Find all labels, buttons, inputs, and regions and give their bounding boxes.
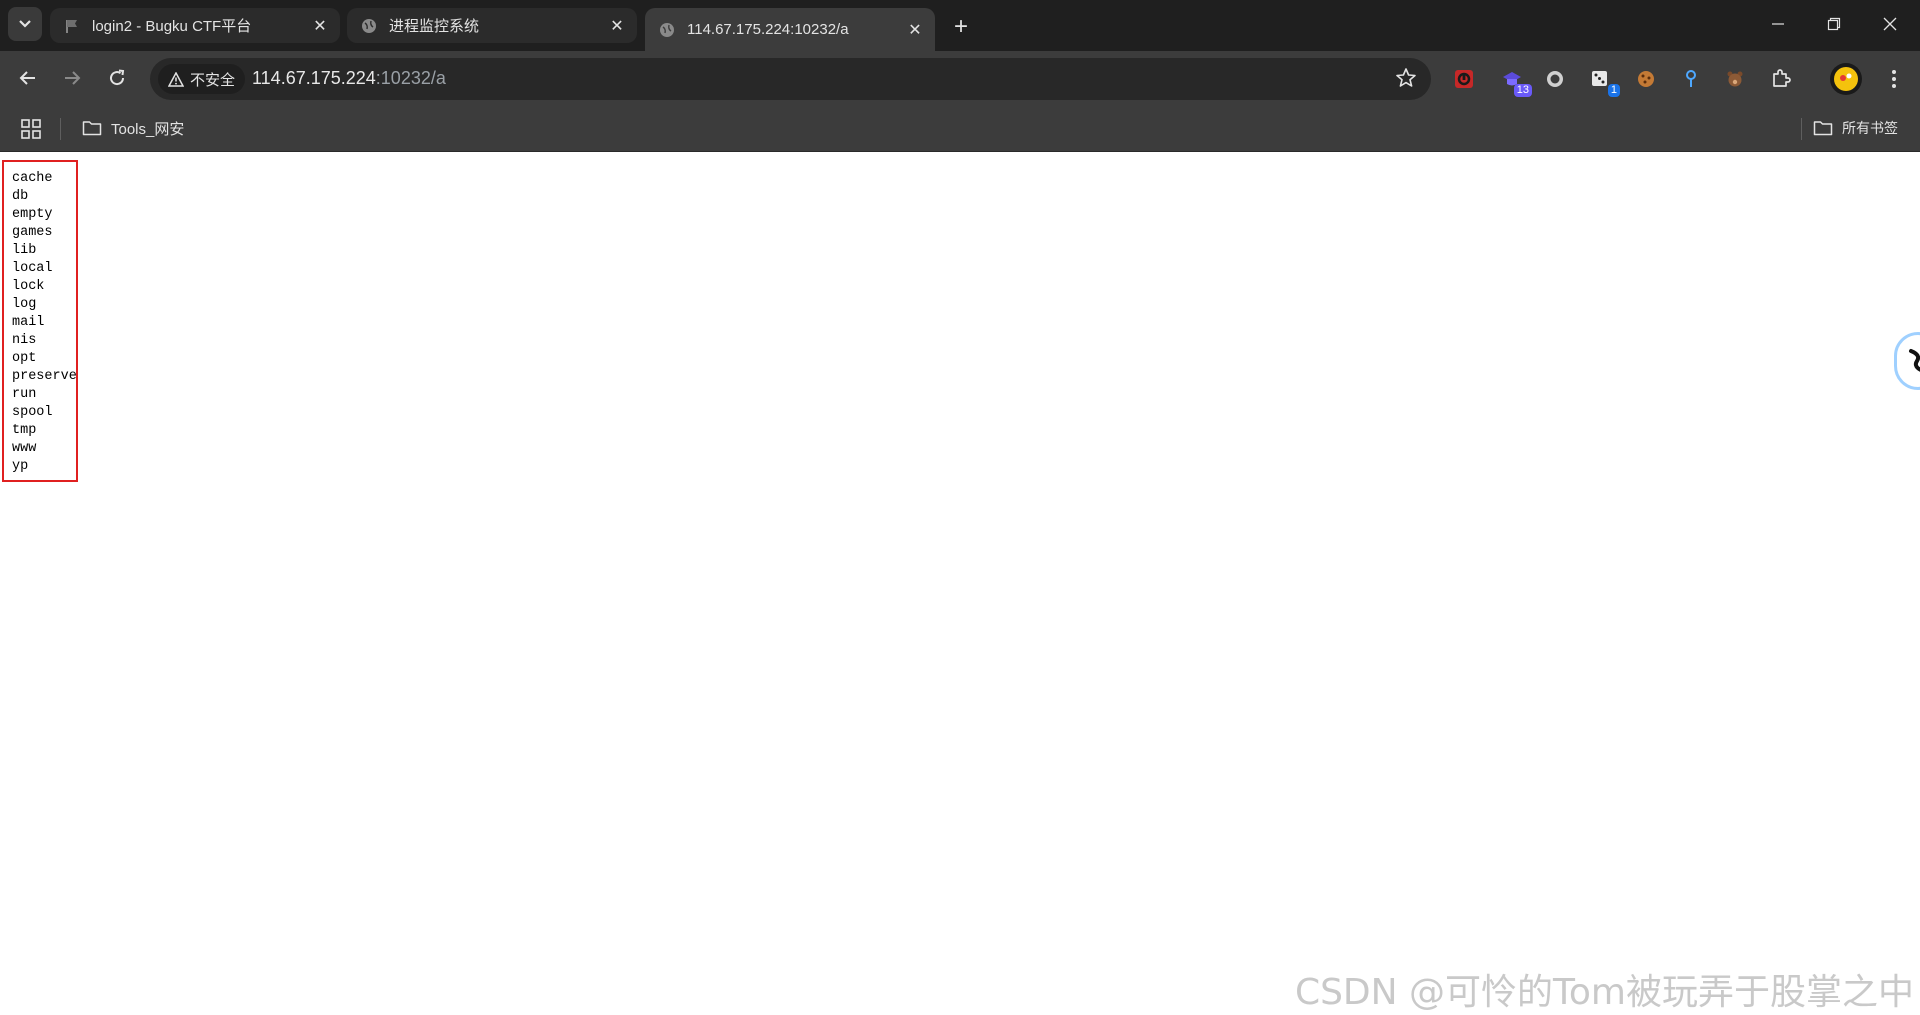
list-item: mail xyxy=(12,315,45,330)
url-text[interactable]: 114.67.175.224:10232/a xyxy=(252,68,446,89)
minimize-button[interactable] xyxy=(1750,0,1806,48)
tab-title: 114.67.175.224:10232/a xyxy=(687,21,849,38)
apps-grid-icon[interactable] xyxy=(20,118,42,140)
cookie-extension-icon[interactable] xyxy=(1632,65,1660,93)
url-host: 114.67.175.224 xyxy=(252,68,376,88)
reload-button[interactable] xyxy=(99,60,135,96)
browser-menu-button[interactable] xyxy=(1880,65,1908,93)
url-path: :10232/a xyxy=(375,68,446,88)
folder-icon xyxy=(82,120,102,136)
list-item: empty xyxy=(12,207,53,222)
bear-extension-icon[interactable] xyxy=(1721,65,1749,93)
bookmarks-bar: Tools_网安 所有书签 xyxy=(0,106,1920,152)
warning-icon xyxy=(168,71,184,87)
close-icon xyxy=(1883,17,1897,31)
bookmark-folder-tools[interactable]: Tools_网安 xyxy=(74,114,192,142)
profile-avatar[interactable] xyxy=(1830,63,1862,95)
extension-badge: 1 xyxy=(1607,84,1620,97)
all-bookmarks-button[interactable]: 所有书签 xyxy=(1805,114,1906,142)
close-window-button[interactable] xyxy=(1862,0,1918,48)
list-item: nis xyxy=(12,333,37,348)
close-tab-icon[interactable]: ✕ xyxy=(903,18,927,42)
folder-icon xyxy=(1813,120,1833,136)
more-vert-icon xyxy=(1892,70,1896,88)
red-extension-icon[interactable] xyxy=(1450,65,1478,93)
all-bookmarks-label: 所有书签 xyxy=(1842,120,1898,136)
flag-icon xyxy=(64,18,80,34)
tab-active-url[interactable]: 114.67.175.224:10232/a ✕ xyxy=(645,8,935,51)
list-item: opt xyxy=(12,351,37,366)
list-item: games xyxy=(12,225,53,240)
restore-button[interactable] xyxy=(1806,0,1862,48)
purple-hat-extension-icon[interactable]: 13 xyxy=(1498,65,1532,97)
floating-assistant-icon[interactable] xyxy=(1894,332,1920,390)
pin-extension-icon[interactable] xyxy=(1677,65,1705,93)
list-item: db xyxy=(12,189,29,204)
list-item: www xyxy=(12,441,37,456)
new-tab-button[interactable]: + xyxy=(945,11,977,43)
tab-login2[interactable]: login2 - Bugku CTF平台 ✕ xyxy=(50,8,340,43)
list-item: lock xyxy=(12,279,45,294)
minimize-icon xyxy=(1772,23,1784,25)
bookmark-star-button[interactable] xyxy=(1395,67,1417,94)
extension-badge: 13 xyxy=(1513,84,1532,97)
dice-extension-icon[interactable]: 1 xyxy=(1586,65,1620,97)
directory-listing-highlight: cache db empty games lib local lock log mail nis o… xyxy=(2,160,78,482)
tab-process-monitor[interactable]: 进程监控系统 ✕ xyxy=(347,8,637,43)
list-item: yp xyxy=(12,459,29,474)
ring-extension-icon[interactable] xyxy=(1541,65,1569,93)
security-label: 不安全 xyxy=(190,71,236,89)
bookmark-folder-label: Tools_网安 xyxy=(111,120,185,138)
bookmarks-divider xyxy=(60,118,61,140)
list-item: lib xyxy=(12,243,37,258)
restore-icon xyxy=(1827,17,1841,31)
back-button[interactable] xyxy=(10,60,46,96)
list-item: cache xyxy=(12,171,53,186)
chevron-down-icon xyxy=(19,20,31,28)
list-item: run xyxy=(12,387,37,402)
star-icon xyxy=(1396,68,1416,87)
tab-title: 进程监控系统 xyxy=(389,18,480,35)
browser-toolbar: 不安全 114.67.175.224:10232/a 13 1 xyxy=(0,51,1920,106)
security-indicator[interactable]: 不安全 xyxy=(158,64,246,94)
arrow-left-icon xyxy=(19,71,35,85)
puzzle-icon xyxy=(1773,69,1791,87)
bookmarks-divider xyxy=(1801,118,1802,140)
list-item: tmp xyxy=(12,423,37,438)
avatar-icon xyxy=(1834,67,1858,91)
page-content: cache db empty games lib local lock log mail nis o… xyxy=(0,152,1920,1015)
watermark-text: CSDN @可怜的Tom被玩弄于股掌之中 xyxy=(1294,972,1914,1013)
list-item: preserve xyxy=(12,369,77,384)
directory-listing: cache db empty games lib local lock log mail nis o… xyxy=(4,162,77,476)
list-item: spool xyxy=(12,405,53,420)
arrow-right-icon xyxy=(65,71,81,85)
list-item: log xyxy=(12,297,37,312)
tab-title: login2 - Bugku CTF平台 xyxy=(92,18,252,35)
tab-search-button[interactable] xyxy=(8,7,42,41)
list-item: local xyxy=(12,261,53,276)
globe-icon xyxy=(659,22,675,38)
address-bar[interactable]: 不安全 114.67.175.224:10232/a xyxy=(150,58,1431,100)
globe-icon xyxy=(361,18,377,34)
forward-button[interactable] xyxy=(54,60,90,96)
reload-icon xyxy=(110,69,125,86)
close-tab-icon[interactable]: ✕ xyxy=(605,14,629,38)
tab-strip: login2 - Bugku CTF平台 ✕ 进程监控系统 ✕ 114.67.1… xyxy=(0,0,1920,51)
extensions-puzzle-button[interactable] xyxy=(1767,65,1795,93)
close-tab-icon[interactable]: ✕ xyxy=(308,14,332,38)
